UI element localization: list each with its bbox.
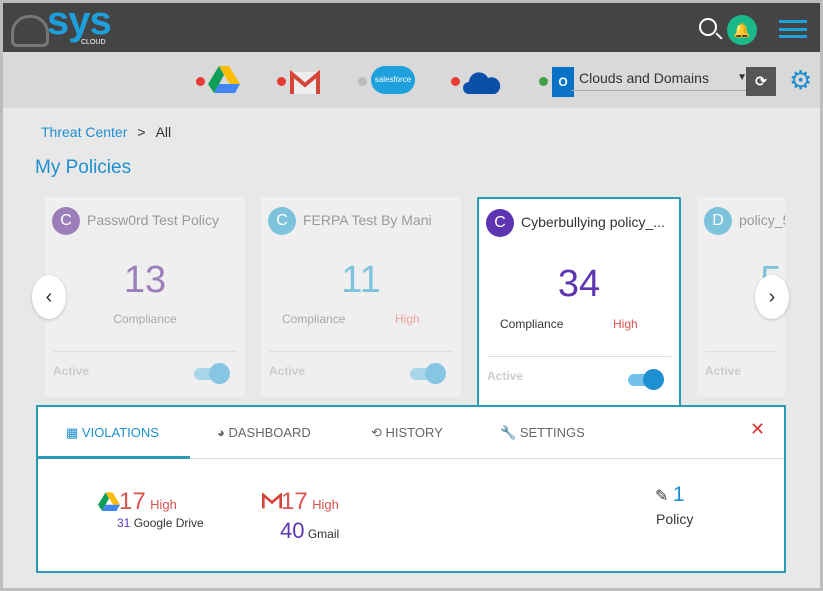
active-toggle[interactable] xyxy=(410,363,446,384)
active-toggle[interactable] xyxy=(628,369,664,390)
status-dot xyxy=(196,77,205,86)
logo[interactable]: sys CLOUD xyxy=(11,3,112,51)
close-icon[interactable]: ✕ xyxy=(750,419,765,440)
policy-count[interactable]: ✎ 1 xyxy=(655,483,685,507)
violation-count: 13 xyxy=(123,259,167,301)
page-title: My Policies xyxy=(35,157,132,178)
drive-violations[interactable]: 17 High xyxy=(119,488,177,516)
tab-history[interactable]: ⟲ HISTORY xyxy=(371,425,443,441)
divider xyxy=(487,356,671,357)
gmail-icon[interactable] xyxy=(290,69,320,97)
avatar: C xyxy=(486,209,514,237)
select-value: Clouds and Domains xyxy=(579,70,709,86)
google-drive-icon xyxy=(98,492,120,511)
gears-icon[interactable]: ⚙ xyxy=(789,65,812,96)
policy-type: Compliance xyxy=(500,317,564,331)
gmail-total: 40 Gmail xyxy=(280,518,339,544)
tab-label: VIOLATIONS xyxy=(81,425,159,440)
policy-detail-panel: ▦ VIOLATIONS ◕ DASHBOARD ⟲ HISTORY 🔧 SET… xyxy=(36,405,786,573)
history-icon: ⟲ xyxy=(371,425,386,440)
pie-chart-icon: ◕ xyxy=(217,425,229,440)
carousel-next-button[interactable]: › xyxy=(755,275,789,319)
gmail-severity: High xyxy=(312,497,339,512)
avatar: D xyxy=(704,207,732,235)
refresh-button[interactable]: ⟳ xyxy=(746,67,776,96)
active-tab-indicator xyxy=(38,456,190,459)
database-icon xyxy=(11,15,49,47)
status-label: Active xyxy=(53,364,90,378)
violation-count: 34 xyxy=(557,263,601,305)
clouds-domains-select[interactable]: Clouds and Domains ▼ xyxy=(571,67,747,91)
bell-icon[interactable]: 🔔 xyxy=(727,15,757,45)
drive-total: 31 Google Drive xyxy=(117,516,204,530)
status-label: Active xyxy=(487,369,524,383)
tab-label: DASHBOARD xyxy=(228,425,311,440)
edit-icon: ✎ xyxy=(655,488,669,505)
salesforce-icon[interactable]: salesforce xyxy=(371,66,415,94)
logo-text: sys xyxy=(47,3,112,43)
breadcrumb-separator: > xyxy=(137,124,146,140)
avatar: C xyxy=(268,207,296,235)
policy-type: Compliance xyxy=(113,312,177,326)
tab-label: SETTINGS xyxy=(519,425,585,440)
severity: High xyxy=(395,312,420,326)
divider xyxy=(269,351,453,352)
policy-label: Policy xyxy=(656,511,694,527)
header: sys CLOUD 🔔 xyxy=(3,3,820,52)
policy-name: Passw0rd Test Policy xyxy=(87,212,220,228)
hamburger-menu-icon[interactable] xyxy=(779,20,807,38)
gmail-total-count: 40 xyxy=(280,518,305,543)
onedrive-icon[interactable] xyxy=(463,68,501,96)
policy-count-value: 1 xyxy=(672,483,685,506)
carousel-prev-button[interactable]: ‹ xyxy=(32,275,66,319)
breadcrumb-current: All xyxy=(155,124,172,140)
gmail-violations[interactable]: 17 High xyxy=(281,488,339,516)
breadcrumb: Threat Center > All xyxy=(41,124,171,140)
tab-label: HISTORY xyxy=(385,425,443,440)
policy-name: policy_5 xyxy=(739,212,785,228)
active-toggle[interactable] xyxy=(194,363,230,384)
status-label: Active xyxy=(269,364,306,378)
toolbar: salesforce O Clouds and Domains ▼ ⟳ ⚙ xyxy=(3,52,820,108)
status-dot xyxy=(451,77,460,86)
breadcrumb-threat-center[interactable]: Threat Center xyxy=(41,124,127,140)
wrench-icon: 🔧 xyxy=(500,425,520,440)
drive-count: 17 xyxy=(119,488,146,515)
search-icon[interactable] xyxy=(699,18,717,36)
avatar: C xyxy=(52,207,80,235)
gmail-label: Gmail xyxy=(307,527,340,541)
divider xyxy=(53,351,237,352)
policy-name: Cyberbullying policy_... xyxy=(521,214,665,230)
drive-severity: High xyxy=(150,497,177,512)
gmail-count: 17 xyxy=(281,488,308,515)
divider xyxy=(705,351,777,352)
policy-card-selected[interactable]: C Cyberbullying policy_... 34 Compliance… xyxy=(477,197,681,409)
status-label: Active xyxy=(705,364,742,378)
severity: High xyxy=(613,317,638,331)
policy-card[interactable]: C Passw0rd Test Policy 13 Compliance Act… xyxy=(45,197,245,397)
logo-sub: CLOUD xyxy=(81,39,106,46)
drive-label: Google Drive xyxy=(133,516,204,530)
gmail-icon xyxy=(262,493,282,509)
policy-name: FERPA Test By Mani xyxy=(303,212,432,228)
tab-settings[interactable]: 🔧 SETTINGS xyxy=(500,425,585,441)
status-dot xyxy=(358,77,367,86)
status-dot xyxy=(539,77,548,86)
tab-violations[interactable]: ▦ VIOLATIONS xyxy=(66,425,159,441)
policy-card[interactable]: C FERPA Test By Mani 11 Compliance High … xyxy=(261,197,461,397)
status-dot xyxy=(277,77,286,86)
table-icon: ▦ xyxy=(66,425,82,440)
app-window: sys CLOUD 🔔 salesforce O Clouds and Domai… xyxy=(3,3,820,588)
drive-total-count: 31 xyxy=(117,516,131,530)
google-drive-icon[interactable] xyxy=(208,66,240,94)
tab-dashboard[interactable]: ◕ DASHBOARD xyxy=(217,425,311,440)
policy-type: Compliance xyxy=(282,312,346,326)
violation-count: 11 xyxy=(341,259,381,301)
tab-bar: ▦ VIOLATIONS ◕ DASHBOARD ⟲ HISTORY 🔧 SET… xyxy=(38,407,784,459)
